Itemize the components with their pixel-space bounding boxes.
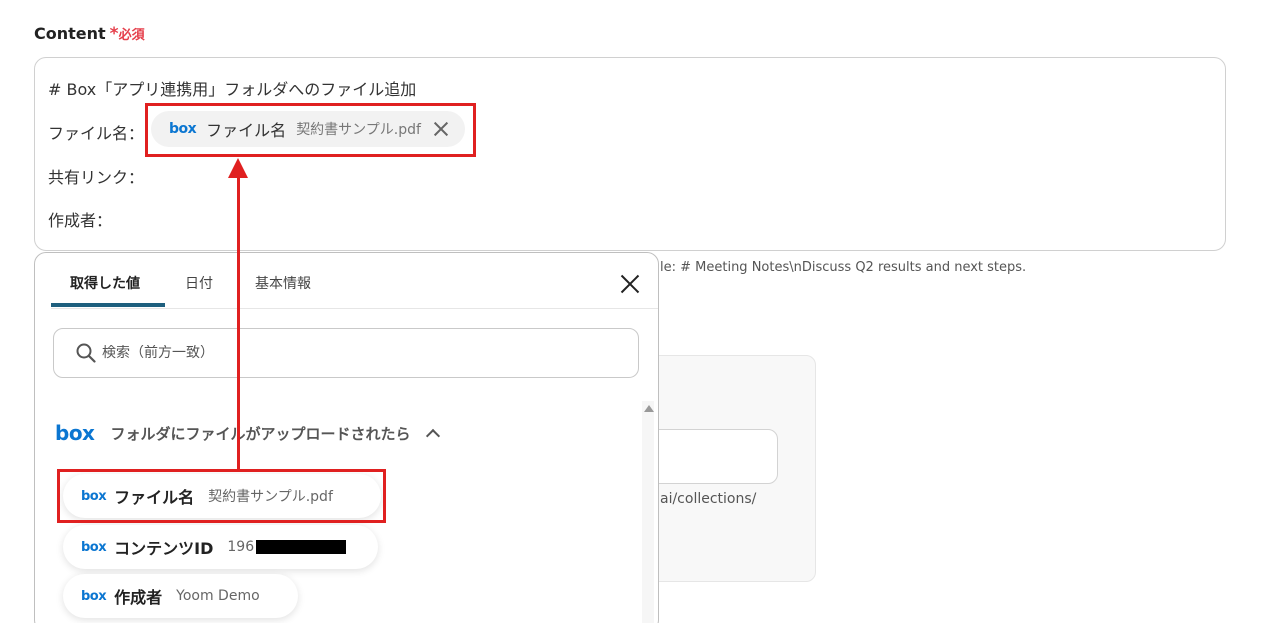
chevron-up-icon[interactable] (426, 428, 441, 443)
box-logo-icon: box (81, 588, 107, 604)
scrollbar[interactable] (642, 401, 654, 623)
scroll-up-arrow-icon[interactable] (644, 405, 654, 412)
field-label-text: Content (34, 24, 106, 43)
group-header-folder-upload[interactable]: box フォルダにファイルがアップロードされたら (55, 421, 441, 445)
item-name: コンテンツID (114, 539, 214, 558)
value-item-content-id[interactable]: box コンテンツID 196 (63, 525, 378, 569)
required-star: * (109, 24, 119, 44)
required-text: 必須 (118, 28, 145, 43)
close-icon[interactable] (620, 274, 640, 294)
value-item-author[interactable]: box 作成者 Yoom Demo (63, 574, 298, 618)
item-value: Yoom Demo (176, 588, 260, 604)
item-name: 作成者 (114, 588, 163, 607)
highlight-box-inserted-chip (145, 103, 476, 157)
editor-line-filename: ファイル名： (48, 124, 145, 143)
box-logo-icon: box (81, 539, 107, 555)
search-input[interactable] (102, 345, 582, 361)
content-field-label: Content *必須 (34, 24, 145, 44)
annotation-arrow-shaft (237, 176, 240, 470)
tab-date[interactable]: 日付 (185, 273, 213, 293)
redacted-block (256, 540, 347, 554)
annotation-arrow-head-icon (228, 158, 248, 178)
group-title: フォルダにファイルがアップロードされたら (110, 424, 411, 443)
tab-basic-info[interactable]: 基本情報 (255, 273, 311, 293)
highlight-box-source-item (57, 469, 386, 523)
item-value: 196 (227, 539, 255, 555)
popup-tabs: 取得した値 日付 基本情報 (51, 253, 658, 309)
search-icon (76, 343, 96, 363)
required-badge: *必須 (110, 24, 145, 44)
editor-line-shared-link: 共有リンク： (48, 168, 145, 187)
background-input[interactable] (640, 429, 778, 484)
box-logo-icon: box (55, 421, 95, 445)
search-box[interactable] (53, 328, 639, 378)
tab-acquired-values[interactable]: 取得した値 (70, 273, 140, 293)
active-tab-indicator (51, 303, 165, 307)
editor-line-heading: # Box「アプリ連携用」フォルダへのファイル追加 (48, 80, 417, 99)
editor-line-author: 作成者： (48, 211, 113, 230)
example-hint: le: # Meeting Notes\nDiscuss Q2 results … (660, 260, 1027, 275)
value-picker-popup: 取得した値 日付 基本情報 box フォルダにファイルがアップロードされたら b… (34, 252, 659, 623)
background-url-text: ai/collections/ (660, 491, 757, 507)
